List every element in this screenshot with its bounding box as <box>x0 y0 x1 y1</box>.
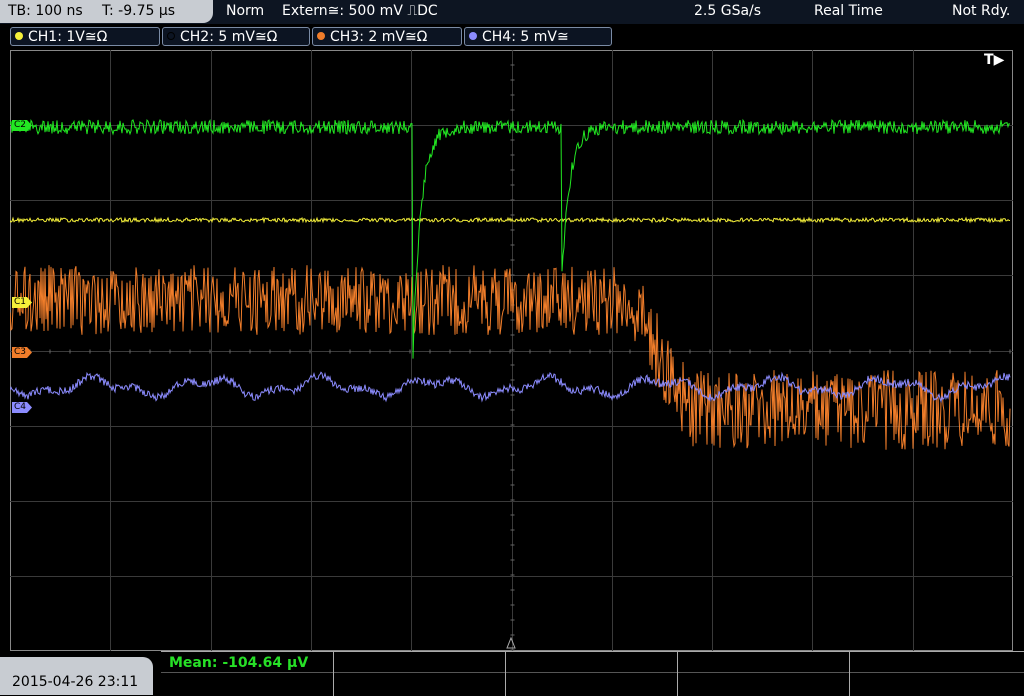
measurement-table: Mean: -104.64 µV <box>161 651 1024 696</box>
mean-measurement[interactable]: Mean: -104.64 µV <box>169 655 308 671</box>
measurement-column-divider <box>505 652 506 696</box>
channel-4-dot-icon <box>469 32 477 40</box>
trigger-status: Not Rdy. <box>952 3 1011 19</box>
waveform-display[interactable] <box>10 50 1013 651</box>
measurement-column-divider <box>677 652 678 696</box>
top-status-bar: TB: 100 ns T: -9.75 µs Norm Extern≅: 500… <box>0 0 1024 24</box>
date-time-box: 2015-04-26 23:11 <box>0 657 153 695</box>
timebase-box[interactable]: TB: 100 ns T: -9.75 µs <box>0 0 213 23</box>
channel-3-dot-icon <box>317 32 325 40</box>
trigger-indicator-label: T <box>984 52 994 68</box>
measurement-row-divider <box>161 672 1024 673</box>
timebase-label: TB: 100 ns <box>8 3 83 19</box>
measurement-column-divider <box>333 652 334 696</box>
trigger-source[interactable]: Extern≅: 500 mV ⎍DC <box>282 3 438 19</box>
date-time-label: 2015-04-26 23:11 <box>12 674 139 690</box>
channel-2-dot-icon <box>167 32 175 40</box>
trigger-time-label: T: -9.75 µs <box>102 3 176 19</box>
sample-rate[interactable]: 2.5 GSa/s <box>694 3 761 19</box>
waveform-canvas[interactable] <box>10 50 1013 651</box>
channel-1-label: CH1: 1V≅Ω <box>28 29 108 45</box>
acquisition-mode[interactable]: Real Time <box>814 3 883 19</box>
play-arrow-icon: ▶ <box>993 52 1005 68</box>
trigger-mode[interactable]: Norm <box>226 3 264 19</box>
trigger-indicator: T▶ <box>984 52 1004 68</box>
channel-4-button[interactable]: CH4: 5 mV≅ <box>464 27 612 46</box>
channel-3-button[interactable]: CH3: 2 mV≅Ω <box>312 27 462 46</box>
measurement-column-divider <box>849 652 850 696</box>
channel-bar: CH1: 1V≅Ω CH2: 5 mV≅Ω CH3: 2 mV≅Ω CH4: 5… <box>0 26 1024 48</box>
channel-2-label: CH2: 5 mV≅Ω <box>180 29 278 45</box>
channel-4-label: CH4: 5 mV≅ <box>482 29 569 45</box>
channel-1-button[interactable]: CH1: 1V≅Ω <box>10 27 160 46</box>
channel-3-label: CH3: 2 mV≅Ω <box>330 29 428 45</box>
channel-1-dot-icon <box>15 32 23 40</box>
channel-2-button[interactable]: CH2: 5 mV≅Ω <box>162 27 310 46</box>
